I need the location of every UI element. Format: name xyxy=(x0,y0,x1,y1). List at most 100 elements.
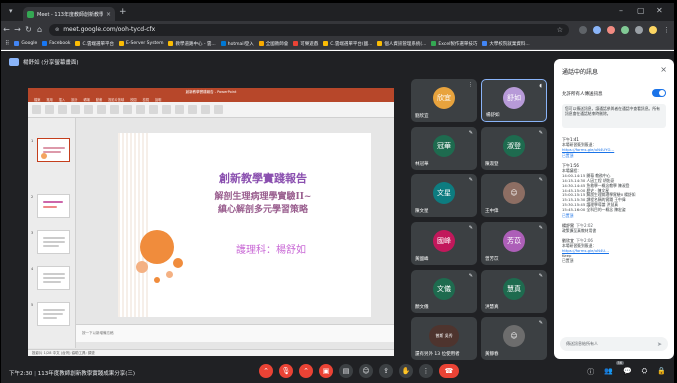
bookmark-item[interactable]: 教學道路中心 - 雲... xyxy=(168,41,216,47)
close-tab-icon[interactable]: × xyxy=(106,11,111,18)
slide-title: 創新教學實踐報告 xyxy=(219,172,307,185)
bookmark-item[interactable]: Excel製作選單技巧 xyxy=(431,41,477,47)
ribbon-button xyxy=(214,105,223,114)
participant-tile[interactable]: ✎ 冠華 林冠華 xyxy=(411,127,477,170)
ribbon-button xyxy=(149,105,158,114)
camera-options-icon[interactable]: ⌃ xyxy=(299,364,313,378)
browser-tab-bar: ▾ Meet - 113年度教師創新教學實 × + – ▢ ✕ xyxy=(1,3,674,21)
slide-circle-shape xyxy=(154,277,160,283)
mic-off-icon: ✎ xyxy=(468,225,473,231)
participant-tile[interactable]: ✎ 芳苡 曾芳苡 xyxy=(481,222,547,265)
allow-messages-toggle[interactable] xyxy=(652,89,666,97)
chrome-menu-icon[interactable]: ⋮ xyxy=(663,26,670,34)
participant-tile[interactable]: ✎ 淑登 陳淑登 xyxy=(481,127,547,170)
folder-icon xyxy=(168,41,174,46)
forward-icon[interactable]: → xyxy=(12,25,23,34)
bookmark-star-icon[interactable]: ☆ xyxy=(557,26,563,34)
pinned-label[interactable]: 已置頂 xyxy=(562,213,668,219)
extension-icon[interactable] xyxy=(621,25,629,34)
maximize-icon[interactable]: ▢ xyxy=(637,6,645,15)
home-icon[interactable]: ⌂ xyxy=(34,25,45,34)
more-options-icon[interactable]: ⋮ xyxy=(468,82,473,88)
chat-panel-title: 通話中的訊息 xyxy=(562,69,599,76)
send-icon[interactable]: ➤ xyxy=(657,341,662,348)
people-icon[interactable]: 👥 xyxy=(604,367,613,377)
slide-circle-shape xyxy=(173,258,183,268)
emoji-reactions-button[interactable]: ☺ xyxy=(359,364,373,378)
participant-tile[interactable]: ✎ 文儀 顏文儀 xyxy=(411,270,477,313)
participant-tile[interactable]: ✎ 文星 陳文星 xyxy=(411,174,477,217)
extension-icon[interactable] xyxy=(635,25,643,34)
chat-icon[interactable]: 💬 xyxy=(623,367,632,377)
activities-icon[interactable]: ⛭ xyxy=(642,367,648,377)
participant-name: 曾芳苡 xyxy=(485,257,499,262)
browser-tab[interactable]: Meet - 113年度教師創新教學實 × xyxy=(23,7,115,21)
screen-capture-icon[interactable] xyxy=(579,25,587,34)
call-controls: ⌃ 🎙 ⌃ ▣ ▤ ☺ ⇪ ✋ ⋮ ☎ xyxy=(259,364,459,378)
bookmark-item[interactable]: Facebook xyxy=(42,41,70,46)
slide-thumbnail: 1 xyxy=(31,138,70,162)
mic-off-icon: ✎ xyxy=(468,177,473,183)
site-info-icon[interactable]: ⊜ xyxy=(55,27,59,33)
participant-tile[interactable]: ✎ ☺ 王中偉 xyxy=(481,174,547,217)
google-icon xyxy=(14,41,20,46)
chat-message-input[interactable]: 傳送訊息給所有人 ➤ xyxy=(560,337,668,351)
pinned-label[interactable]: 已置頂 xyxy=(562,153,668,159)
bookmark-item[interactable]: 全國教師會 xyxy=(258,41,288,47)
outlook-icon xyxy=(220,41,226,46)
url-field[interactable]: ⊜ meet.google.com/ooh-tycd-cfx ☆ xyxy=(49,23,569,36)
meet-control-bar: 下午2:30 | 113年度教師創新教學實踐成果分享(三) ⌃ 🎙 ⌃ ▣ ▤ … xyxy=(1,361,674,383)
extension-icon[interactable] xyxy=(593,25,601,34)
raise-hand-button[interactable]: ✋ xyxy=(399,364,413,378)
bookmark-item[interactable]: C.雲端選單平台 xyxy=(75,41,114,47)
camera-off-button[interactable]: ▣ xyxy=(319,364,333,378)
ppt-window-title: 創新教學實踐報告 - PowerPoint xyxy=(185,89,237,94)
leave-call-button[interactable]: ☎ xyxy=(439,364,459,378)
host-controls-icon[interactable]: 🔒 xyxy=(657,367,666,377)
participant-tile[interactable]: ◖ 舒如 楊舒如 xyxy=(481,79,547,122)
slide-thumbnails: 1 2 3 4 5 xyxy=(28,118,76,348)
bookmark-item[interactable]: C.雲端選單平台(國... xyxy=(323,41,372,47)
meeting-details-icon[interactable]: ⓘ xyxy=(587,367,594,377)
avatar: 淑登 xyxy=(503,134,525,157)
participant-tile[interactable]: ✎ 國峰 黃國峰 xyxy=(411,222,477,265)
avatar: 冠華 xyxy=(433,134,455,157)
close-icon[interactable]: × xyxy=(660,65,667,74)
slide-thumbnail: 3 xyxy=(31,230,70,254)
bookmark-item[interactable]: 大學校院就業資料... xyxy=(482,41,530,47)
slide-thumbnail: 4 xyxy=(31,266,70,290)
apps-grid-icon[interactable]: ⠿ xyxy=(5,40,9,47)
mic-off-icon: ✎ xyxy=(468,130,473,136)
close-window-icon[interactable]: ✕ xyxy=(656,6,663,15)
new-tab-icon[interactable]: + xyxy=(119,7,127,17)
extensions: ⋮ xyxy=(579,25,670,34)
current-slide: 創新教學實踐報告 解剖生理病理學實驗II~ 縝心解剖多元學習策略 護理科：楊舒如 xyxy=(118,133,371,317)
profile-avatar[interactable] xyxy=(649,25,657,34)
chat-message: 下午1:56 本場議程： 14:00-14:15 開幕 教務中心 14:15-1… xyxy=(562,163,668,219)
ribbon-button xyxy=(45,105,54,114)
reload-icon[interactable]: ↻ xyxy=(23,25,34,34)
minimize-icon[interactable]: – xyxy=(619,6,623,15)
ribbon-button xyxy=(97,105,106,114)
message-text: 已置頂 xyxy=(562,257,574,263)
participant-tile[interactable]: ✎ ☺ 黃靜春 xyxy=(481,317,547,360)
participant-tile[interactable]: ✎ 慧真 洪慧真 xyxy=(481,270,547,313)
mic-options-icon[interactable]: ⌃ xyxy=(259,364,273,378)
bookmark-item[interactable]: 個人資訊管理系統(... xyxy=(377,41,426,47)
bookmark-item[interactable]: hotmail登入 xyxy=(220,41,254,47)
more-options-button[interactable]: ⋮ xyxy=(419,364,433,378)
notes-placeholder: 按一下以新增備忘稿 xyxy=(82,331,114,335)
present-screen-button[interactable]: ⇪ xyxy=(379,364,393,378)
captions-button[interactable]: ▤ xyxy=(339,364,353,378)
back-icon[interactable]: ← xyxy=(1,25,12,34)
bookmark-item[interactable]: Google xyxy=(14,41,37,46)
participant-tile[interactable]: ⋮ 欣宜 劉欣宜 xyxy=(411,79,477,122)
more-participants-tile[interactable]: 曾斯 吳秀 還有另外 13 位使用者 xyxy=(411,317,477,360)
bookmark-item[interactable]: E-Server System xyxy=(119,41,163,46)
bookmark-item[interactable]: 可樂遊戲 xyxy=(293,41,318,47)
tab-search-icon[interactable]: ▾ xyxy=(9,7,13,15)
mic-off-button[interactable]: 🎙 xyxy=(279,364,293,378)
site-icon xyxy=(258,41,264,46)
ppt-tab: 轉場 xyxy=(83,97,90,102)
extension-icon[interactable] xyxy=(607,25,615,34)
